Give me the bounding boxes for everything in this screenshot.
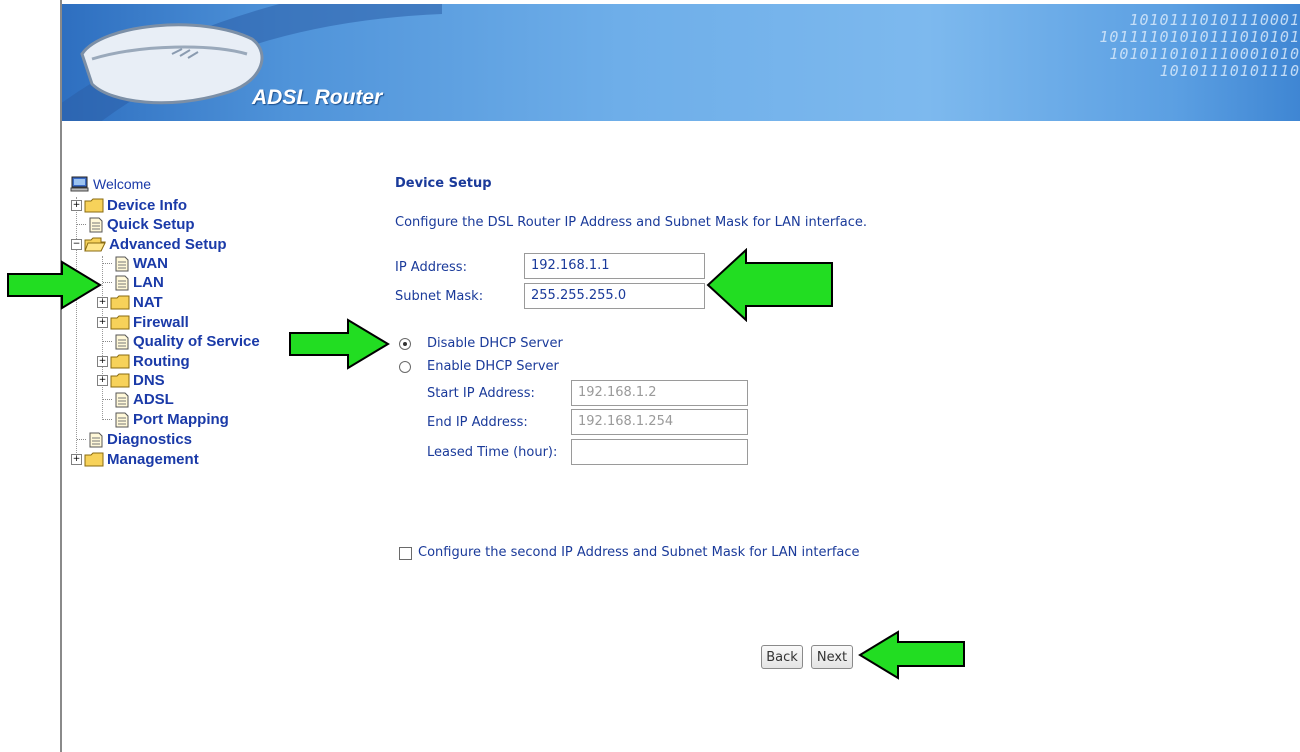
nav-label: Firewall xyxy=(133,314,189,331)
subnet-mask-input[interactable]: 255.255.255.0 xyxy=(524,283,705,309)
left-arrow-icon xyxy=(858,630,965,680)
tree-connector xyxy=(103,418,112,421)
nav-wan[interactable]: WAN xyxy=(103,254,168,273)
page-icon xyxy=(115,256,129,271)
ip-address-label: IP Address: xyxy=(395,260,467,275)
left-arrow-icon xyxy=(706,248,833,322)
nav-label: Advanced Setup xyxy=(109,236,227,253)
nav-device-info[interactable]: + Device Info xyxy=(71,196,187,215)
expand-icon[interactable]: + xyxy=(71,200,82,211)
collapse-icon[interactable]: − xyxy=(71,239,82,250)
leased-time-label: Leased Time (hour): xyxy=(427,445,558,460)
tree-connector xyxy=(77,438,86,441)
radio-selected-dot xyxy=(403,342,407,346)
open-folder-icon xyxy=(84,237,106,252)
tree-connector xyxy=(103,262,112,265)
header-banner: 10101110101110001 10111101010111010101 1… xyxy=(62,4,1300,121)
back-button[interactable]: Back xyxy=(761,645,803,669)
folder-icon xyxy=(84,198,104,213)
enable-dhcp-radio[interactable] xyxy=(399,361,411,373)
tree-connector xyxy=(103,398,112,401)
start-ip-input[interactable]: 192.168.1.2 xyxy=(571,380,748,406)
disable-dhcp-label: Disable DHCP Server xyxy=(427,336,563,351)
page-icon xyxy=(89,217,103,232)
nav-label: Quality of Service xyxy=(133,333,260,350)
folder-icon xyxy=(84,452,104,467)
nav-label: Device Info xyxy=(107,197,188,214)
tree-connector xyxy=(103,340,112,343)
folder-icon xyxy=(110,315,130,330)
nav-label: NAT xyxy=(133,294,163,311)
page-icon xyxy=(115,412,129,427)
enable-dhcp-label: Enable DHCP Server xyxy=(427,359,559,374)
page-icon xyxy=(115,334,129,349)
next-button[interactable]: Next xyxy=(811,645,853,669)
ip-address-input[interactable]: 192.168.1.1 xyxy=(524,253,705,279)
banner-title: ADSL Router xyxy=(252,86,383,109)
nav-label: Management xyxy=(107,451,199,468)
nav-lan[interactable]: LAN xyxy=(103,273,164,292)
subnet-mask-label: Subnet Mask: xyxy=(395,289,484,304)
end-ip-label: End IP Address: xyxy=(427,415,528,430)
nav-label: Welcome xyxy=(93,175,152,192)
expand-icon[interactable]: + xyxy=(97,356,108,367)
nav-welcome[interactable]: Welcome xyxy=(70,174,151,193)
nav-label: Routing xyxy=(133,353,190,370)
binary-pattern: 10101110101110001 10111101010111010101 1… xyxy=(1099,11,1300,80)
folder-icon xyxy=(110,295,130,310)
nav-quick-setup[interactable]: Quick Setup xyxy=(77,215,195,234)
nav-qos[interactable]: Quality of Service xyxy=(103,332,260,351)
second-ip-checkbox[interactable] xyxy=(399,547,412,560)
computer-icon xyxy=(70,176,89,191)
nav-diagnostics[interactable]: Diagnostics xyxy=(77,430,192,449)
nav-label: ADSL xyxy=(133,391,174,408)
nav-adsl[interactable]: ADSL xyxy=(103,390,174,409)
right-arrow-icon xyxy=(7,260,102,310)
nav-label: Port Mapping xyxy=(133,411,229,428)
tree-connector xyxy=(103,281,112,284)
page-title: Device Setup xyxy=(395,176,492,191)
nav-routing[interactable]: + Routing xyxy=(97,352,190,371)
page-description: Configure the DSL Router IP Address and … xyxy=(395,215,867,230)
leased-time-input[interactable] xyxy=(571,439,748,465)
tree-connector xyxy=(77,223,86,226)
start-ip-label: Start IP Address: xyxy=(427,386,535,401)
nav-label: Quick Setup xyxy=(107,216,195,233)
nav-port-mapping[interactable]: Port Mapping xyxy=(103,410,229,429)
nav-management[interactable]: + Management xyxy=(71,450,199,469)
second-ip-label: Configure the second IP Address and Subn… xyxy=(418,545,860,560)
expand-icon[interactable]: + xyxy=(97,317,108,328)
right-arrow-icon xyxy=(289,318,390,370)
nav-label: DNS xyxy=(133,372,165,389)
nav-label: LAN xyxy=(133,274,164,291)
expand-icon[interactable]: + xyxy=(97,375,108,386)
folder-icon xyxy=(110,373,130,388)
disable-dhcp-radio[interactable] xyxy=(399,338,411,350)
end-ip-input[interactable]: 192.168.1.254 xyxy=(571,409,748,435)
page-icon xyxy=(89,432,103,447)
nav-nat[interactable]: + NAT xyxy=(97,293,163,312)
folder-icon xyxy=(110,354,130,369)
nav-advanced-setup[interactable]: − Advanced Setup xyxy=(71,235,227,254)
nav-firewall[interactable]: + Firewall xyxy=(97,313,189,332)
page-icon xyxy=(115,275,129,290)
nav-label: Diagnostics xyxy=(107,431,193,448)
nav-label: WAN xyxy=(133,255,168,272)
expand-icon[interactable]: + xyxy=(71,454,82,465)
page-icon xyxy=(115,392,129,407)
nav-dns[interactable]: + DNS xyxy=(97,371,165,390)
